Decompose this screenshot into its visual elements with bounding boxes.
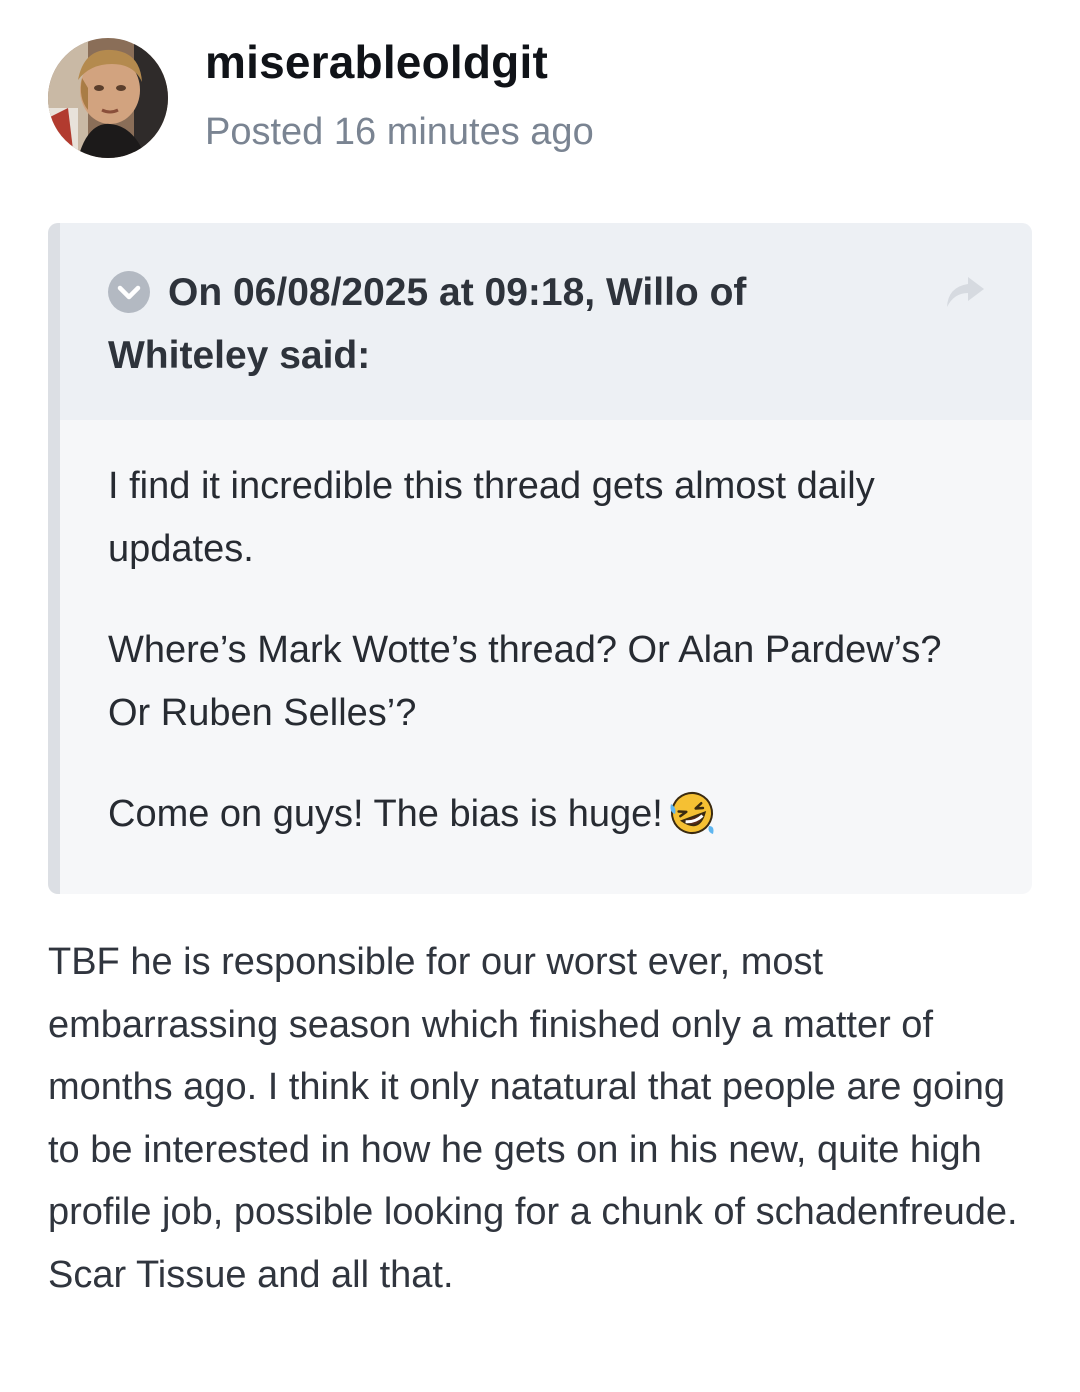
author-info: miserableoldgit Posted 16 minutes ago — [205, 38, 594, 154]
post-content: TBF he is responsible for our worst ever… — [48, 941, 1018, 1296]
quote-citation: On 06/08/2025 at 09:18, Willo of Whitele… — [60, 223, 1032, 420]
post-header: miserableoldgit Posted 16 minutes ago — [48, 38, 594, 158]
quote-paragraph: Where’s Mark Wotte’s thread? Or Alan Par… — [108, 629, 942, 734]
quote-paragraph: I find it incredible this thread gets al… — [108, 465, 875, 570]
user-avatar[interactable] — [48, 38, 168, 158]
quote-left-bar — [48, 223, 60, 894]
quote-paragraph-last: Come on guys! The bias is huge! — [108, 783, 988, 846]
share-arrow-icon[interactable] — [944, 271, 986, 311]
post-timestamp[interactable]: Posted 16 minutes ago — [205, 110, 594, 154]
quote-block: On 06/08/2025 at 09:18, Willo of Whitele… — [48, 223, 1032, 894]
rolling-on-floor-laughing-emoji-icon — [670, 792, 714, 834]
avatar-photo-icon — [48, 38, 168, 158]
quote-paragraph-text: Come on guys! The bias is huge! — [108, 793, 663, 835]
chevron-down-circle-icon[interactable] — [108, 271, 150, 313]
author-username[interactable]: miserableoldgit — [205, 38, 594, 86]
quote-citation-text: On 06/08/2025 at 09:18, Willo of Whitele… — [108, 271, 747, 377]
quote-citation-line: On 06/08/2025 at 09:18, Willo of Whitele… — [108, 261, 828, 387]
quote-body: I find it incredible this thread gets al… — [108, 455, 988, 884]
